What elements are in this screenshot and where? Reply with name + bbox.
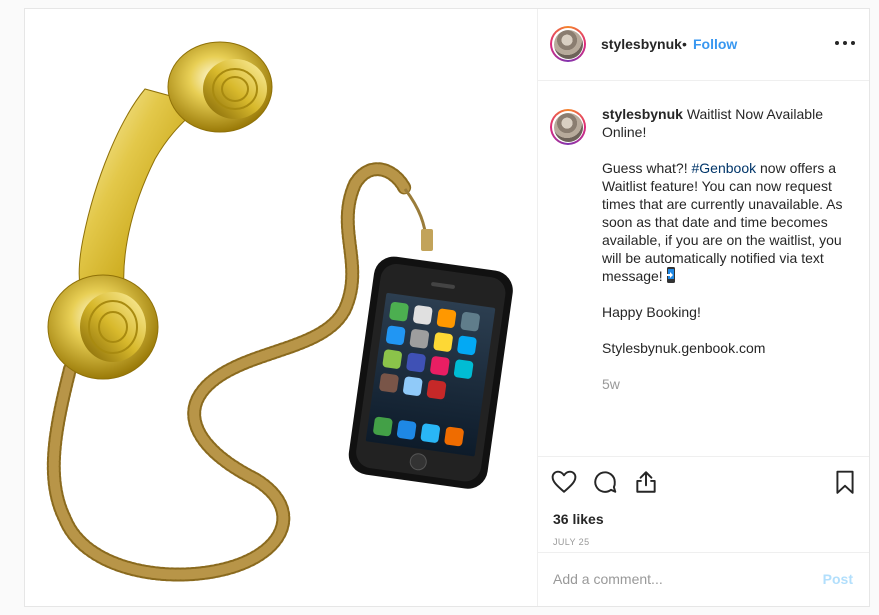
caption-body: now offers a Waitlist feature! You can n… — [602, 160, 843, 284]
caption-username[interactable]: stylesbynuk — [602, 106, 683, 122]
avatar-image — [553, 112, 583, 142]
post-date: JULY 25 — [553, 537, 590, 547]
caption-website: Stylesbynuk.genbook.com — [602, 340, 766, 356]
caption-body-start: Guess what?! — [602, 160, 692, 176]
post-image[interactable] — [25, 9, 538, 606]
caption-avatar[interactable] — [550, 109, 586, 145]
bookmark-icon[interactable] — [832, 469, 858, 495]
caption-signoff: Happy Booking! — [602, 304, 701, 320]
time-ago[interactable]: 5w — [602, 375, 854, 393]
post-header: stylesbynuk • Follow — [537, 9, 869, 81]
hashtag-link[interactable]: #Genbook — [692, 160, 757, 176]
mobile-phone-arrow-icon — [665, 267, 675, 283]
follow-button[interactable]: Follow — [693, 36, 737, 52]
heart-icon[interactable] — [551, 469, 577, 495]
comment-input[interactable] — [553, 569, 793, 589]
comment-icon[interactable] — [592, 469, 618, 495]
post-actions: 36 likes JULY 25 — [537, 457, 869, 553]
post-comment-button[interactable]: Post — [823, 571, 853, 587]
username-link[interactable]: stylesbynuk — [601, 36, 682, 52]
caption-text: stylesbynuk Waitlist Now Available Onlin… — [602, 105, 854, 393]
share-icon[interactable] — [633, 469, 659, 495]
separator-dot: • — [682, 36, 687, 52]
post-side-panel: stylesbynuk • Follow stylesbynuk Waitlis… — [537, 9, 869, 606]
more-options-icon[interactable] — [835, 33, 855, 53]
likes-count[interactable]: 36 likes — [553, 511, 604, 527]
instagram-post: stylesbynuk • Follow stylesbynuk Waitlis… — [24, 8, 870, 607]
comment-bar: Post — [537, 553, 869, 606]
avatar[interactable] — [550, 26, 586, 62]
avatar-image — [553, 29, 583, 59]
caption-area: stylesbynuk Waitlist Now Available Onlin… — [537, 81, 869, 457]
handset-phone-illustration — [46, 41, 513, 582]
